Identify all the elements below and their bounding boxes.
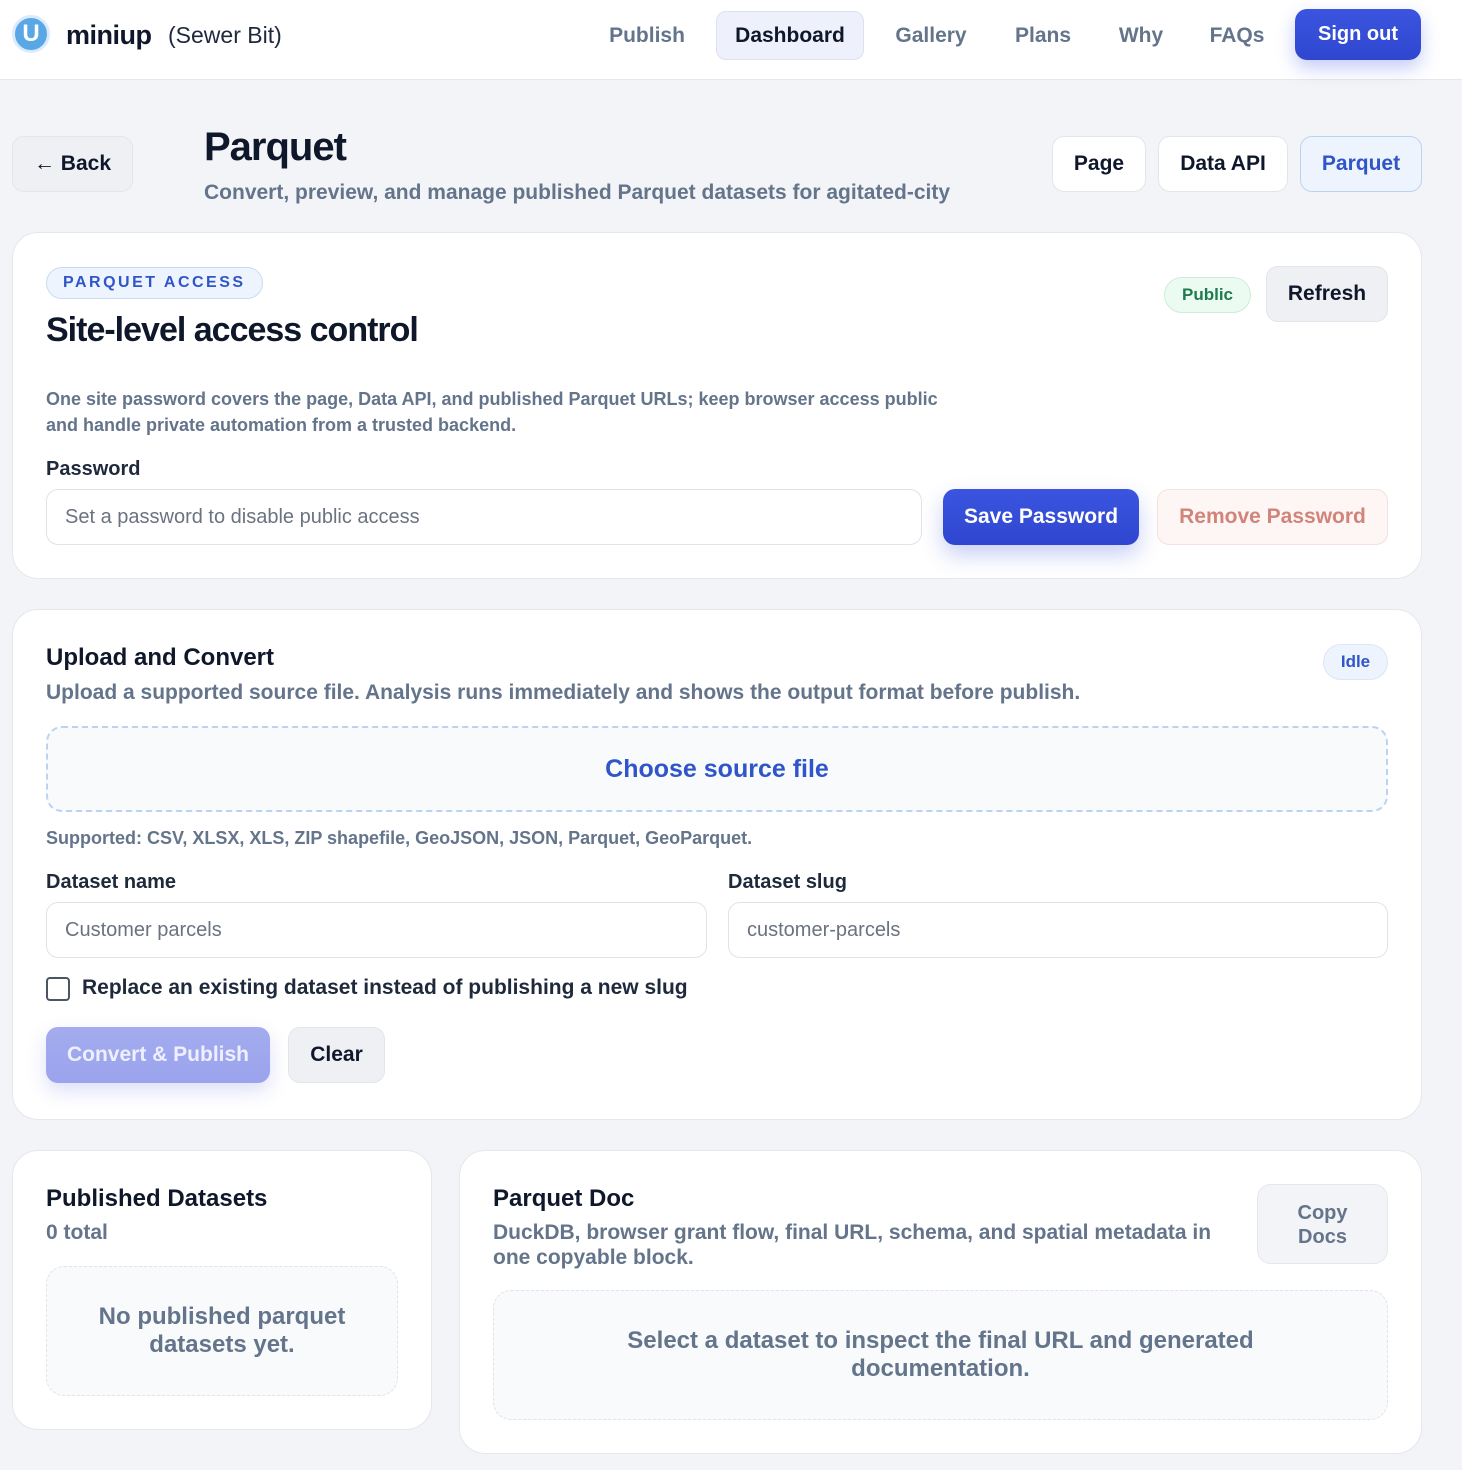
nav-gallery[interactable]: Gallery [880, 11, 982, 60]
public-status-badge: Public [1164, 277, 1251, 313]
copy-docs-button[interactable]: Copy Docs [1257, 1184, 1388, 1264]
top-navigation: U miniup (Sewer Bit) Publish Dashboard G… [0, 0, 1462, 80]
nav-plans[interactable]: Plans [1000, 11, 1086, 60]
clear-button[interactable]: Clear [288, 1027, 385, 1083]
parquet-access-eyebrow: PARQUET ACCESS [46, 267, 263, 299]
supported-formats-text: Supported: CSV, XLSX, XLS, ZIP shapefile… [46, 828, 753, 848]
password-label: Password [46, 458, 141, 480]
account-name: (Sewer Bit) [168, 22, 282, 48]
tab-page[interactable]: Page [1052, 136, 1146, 192]
datasets-empty-line1: No published parquet [98, 1303, 346, 1330]
datasets-empty-state: No published parquet datasets yet. [46, 1266, 398, 1396]
brand-name[interactable]: miniup [66, 20, 152, 51]
parquet-doc-subtitle-line2: one copyable block. [493, 1246, 694, 1269]
copy-docs-label-line2: Docs [1298, 1226, 1347, 1248]
upload-subtitle: Upload a supported source file. Analysis… [46, 681, 1081, 704]
docs-empty-line1: Select a dataset to inspect the final UR… [627, 1327, 1254, 1354]
parquet-doc-subtitle-line1: DuckDB, browser grant flow, final URL, s… [493, 1221, 1212, 1244]
upload-title: Upload and Convert [46, 644, 275, 671]
nav-why[interactable]: Why [1104, 11, 1178, 60]
replace-dataset-checkbox[interactable] [46, 977, 70, 1001]
replace-dataset-label[interactable]: Replace an existing dataset instead of p… [82, 976, 688, 1000]
parquet-doc-title: Parquet Doc [493, 1185, 635, 1212]
choose-source-file-dropzone[interactable]: Choose source file [46, 726, 1388, 812]
save-password-button[interactable]: Save Password [943, 489, 1139, 545]
sign-out-button[interactable]: Sign out [1295, 9, 1421, 60]
page-title: Parquet [204, 125, 347, 169]
access-description-line2: and handle private automation from a tru… [46, 415, 517, 435]
tab-parquet[interactable]: Parquet [1300, 136, 1422, 192]
datasets-empty-line2: datasets yet. [149, 1331, 295, 1358]
dataset-slug-label: Dataset slug [728, 871, 847, 893]
tab-data-api[interactable]: Data API [1158, 136, 1288, 192]
remove-password-button[interactable]: Remove Password [1157, 489, 1388, 545]
access-description-line1: One site password covers the page, Data … [46, 389, 938, 409]
password-input[interactable]: Set a password to disable public access [46, 489, 922, 545]
docs-empty-line2: documentation. [851, 1355, 1030, 1382]
published-datasets-title: Published Datasets [46, 1185, 268, 1212]
nav-dashboard[interactable]: Dashboard [716, 11, 864, 60]
page-subtitle: Convert, preview, and manage published P… [204, 181, 951, 204]
copy-docs-label-line1: Copy [1297, 1202, 1348, 1224]
upload-status-badge: Idle [1323, 644, 1388, 680]
back-button[interactable]: ← Back [12, 136, 133, 192]
datasets-count: 0 total [46, 1221, 108, 1244]
dataset-slug-input[interactable]: customer-parcels [728, 902, 1388, 958]
access-control-title: Site-level access control [46, 311, 419, 349]
convert-publish-button[interactable]: Convert & Publish [46, 1027, 270, 1083]
dataset-name-input[interactable]: Customer parcels [46, 902, 707, 958]
nav-faqs[interactable]: FAQs [1196, 11, 1278, 60]
dataset-name-label: Dataset name [46, 871, 177, 893]
docs-empty-state: Select a dataset to inspect the final UR… [493, 1290, 1388, 1420]
refresh-button[interactable]: Refresh [1266, 266, 1388, 322]
brand-logo-icon[interactable]: U [12, 15, 50, 53]
nav-publish[interactable]: Publish [594, 11, 700, 60]
